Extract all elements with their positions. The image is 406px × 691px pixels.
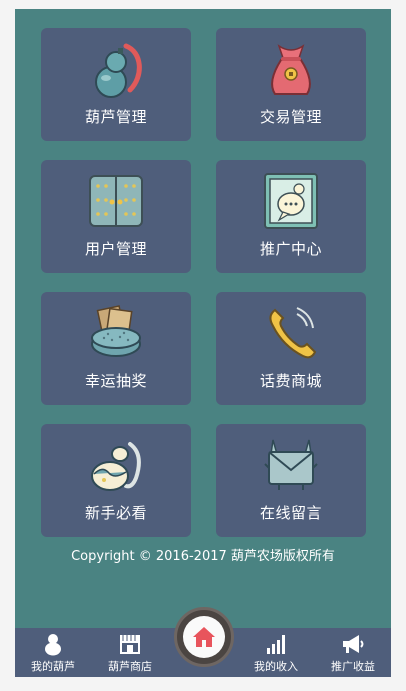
nav-label: 葫芦商店 <box>108 660 152 673</box>
tile-phone-mall[interactable]: 话费商城 <box>216 292 366 405</box>
tile-label: 新手必看 <box>84 504 147 522</box>
home-button-face <box>183 616 225 658</box>
tile-label: 推广中心 <box>259 240 322 258</box>
home-button[interactable] <box>174 607 234 667</box>
tile-gourd-management[interactable]: 葫芦管理 <box>41 28 191 141</box>
tile-online-message[interactable]: 在线留言 <box>216 424 366 537</box>
door-icon <box>86 170 146 232</box>
nav-label: 推广收益 <box>331 660 375 673</box>
tile-label: 用户管理 <box>84 240 147 258</box>
copyright-text: Copyright © 2016-2017 葫芦农场版权所有 <box>71 549 335 564</box>
bar-signal-icon <box>264 632 288 656</box>
egg-icon <box>86 434 146 496</box>
tile-user-management[interactable]: 用户管理 <box>41 160 191 273</box>
tile-label: 在线留言 <box>259 504 322 522</box>
nav-promotion-earnings[interactable]: 推广收益 <box>318 628 388 677</box>
tile-label: 话费商城 <box>259 372 322 390</box>
megaphone-icon <box>341 632 365 656</box>
menu-grid: 葫芦管理 交易管理 用户管理 推广中心 幸运抽奖 话费商城 新手必看 在线留言 <box>41 28 366 537</box>
tile-beginner-guide[interactable]: 新手必看 <box>41 424 191 537</box>
phone-icon <box>261 302 321 364</box>
lottery-icon <box>86 302 146 364</box>
app-screen: 葫芦管理 交易管理 用户管理 推广中心 幸运抽奖 话费商城 新手必看 在线留言 … <box>15 9 391 677</box>
nav-my-gourd[interactable]: 我的葫芦 <box>18 628 88 677</box>
tile-label: 交易管理 <box>259 108 322 126</box>
shop-icon <box>118 632 142 656</box>
money-bag-icon <box>261 38 321 100</box>
tile-promotion-center[interactable]: 推广中心 <box>216 160 366 273</box>
message-monster-icon <box>261 434 321 496</box>
gourd-silhouette-icon <box>41 632 65 656</box>
tile-label: 幸运抽奖 <box>84 372 147 390</box>
nav-gourd-shop[interactable]: 葫芦商店 <box>95 628 165 677</box>
gourd-icon <box>86 38 146 100</box>
chat-bubble-icon <box>261 170 321 232</box>
nav-my-income[interactable]: 我的收入 <box>241 628 311 677</box>
nav-label: 我的葫芦 <box>31 660 75 673</box>
tile-trade-management[interactable]: 交易管理 <box>216 28 366 141</box>
home-icon <box>193 627 215 647</box>
tile-label: 葫芦管理 <box>84 108 147 126</box>
nav-label: 我的收入 <box>254 660 298 673</box>
tile-lucky-draw[interactable]: 幸运抽奖 <box>41 292 191 405</box>
